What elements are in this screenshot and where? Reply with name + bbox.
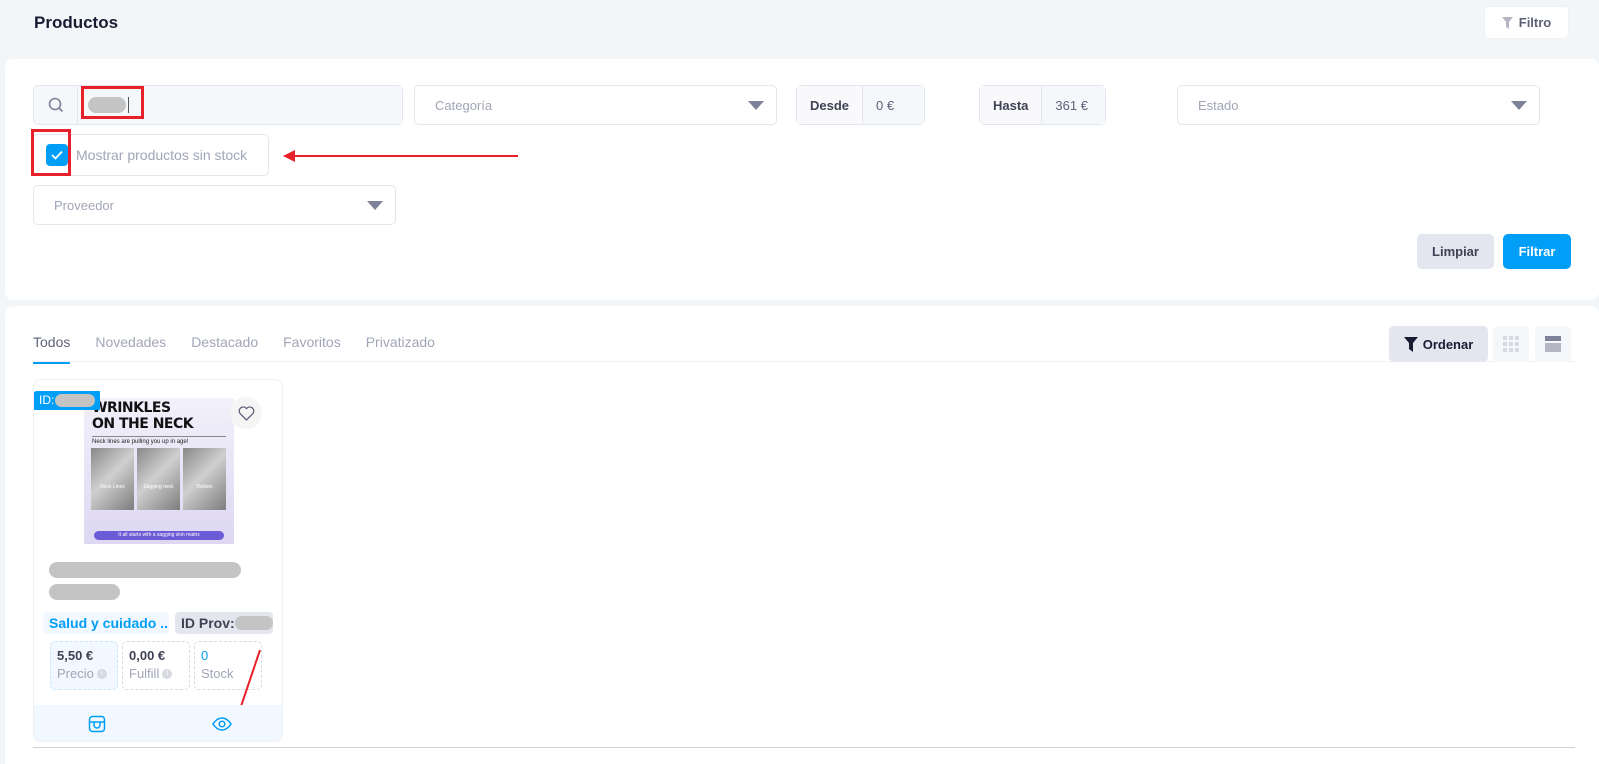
product-id-badge: ID: bbox=[34, 391, 100, 410]
store-icon bbox=[88, 715, 105, 733]
apply-filter-button[interactable]: Filtrar bbox=[1503, 234, 1571, 269]
store-button[interactable] bbox=[34, 705, 159, 741]
annotation-arrow bbox=[291, 155, 518, 157]
chevron-down-icon bbox=[367, 201, 383, 210]
tabs-divider bbox=[33, 361, 1575, 362]
list-view-button[interactable] bbox=[1535, 326, 1571, 362]
product-tabs: Todos Novedades Destacado Favoritos Priv… bbox=[33, 334, 435, 364]
image-title: WRINKLES ON THE NECK bbox=[92, 400, 194, 432]
fulfill-stat: 0,00 € Fulfill i bbox=[122, 641, 190, 690]
redacted-supplier-id bbox=[235, 616, 273, 630]
funnel-icon bbox=[1403, 336, 1418, 352]
image-footer: It all starts with a sagging skin matrix bbox=[94, 531, 224, 540]
category-badge: Salud y cuidado ... bbox=[43, 612, 169, 634]
category-placeholder: Categoría bbox=[435, 97, 493, 113]
annotation-arrow-head bbox=[283, 150, 295, 162]
price-to-label: Hasta bbox=[980, 86, 1043, 124]
chevron-down-icon bbox=[748, 101, 764, 110]
fulfill-value: 0,00 € bbox=[129, 648, 166, 663]
image-panel-label: Neck Lines bbox=[100, 484, 125, 490]
tab-privatizado[interactable]: Privatizado bbox=[366, 334, 435, 364]
page-title: Productos bbox=[34, 13, 119, 32]
filter-toggle-button[interactable]: Filtro bbox=[1484, 6, 1569, 39]
search-icon bbox=[34, 86, 78, 124]
annotation-highlight-checkbox bbox=[31, 129, 71, 176]
redacted-product-id bbox=[55, 394, 95, 407]
annotation-highlight-search bbox=[81, 86, 144, 119]
tab-todos[interactable]: Todos bbox=[33, 334, 71, 364]
order-label: Ordenar bbox=[1422, 336, 1474, 352]
image-title-line1: WRINKLES bbox=[92, 400, 171, 416]
tab-destacado[interactable]: Destacado bbox=[191, 334, 258, 364]
out-of-stock-label: Mostrar productos sin stock bbox=[76, 147, 248, 163]
price-label-row: Precio i bbox=[57, 666, 111, 681]
heart-icon bbox=[238, 405, 254, 421]
tab-novedades[interactable]: Novedades bbox=[95, 334, 166, 364]
grid-view-button[interactable] bbox=[1493, 326, 1529, 362]
product-card[interactable]: ID: WRINKLES ON THE NECK Neck lines are … bbox=[33, 379, 283, 742]
tab-favoritos[interactable]: Favoritos bbox=[283, 334, 341, 364]
info-icon: i bbox=[96, 668, 107, 679]
status-select[interactable]: Estado bbox=[1177, 85, 1540, 125]
price-from-field[interactable]: Desde 0 € bbox=[796, 85, 925, 125]
price-to-field[interactable]: Hasta 361 € bbox=[979, 85, 1106, 125]
supplier-badge: ID Prov: bbox=[175, 612, 273, 634]
products-panel: Todos Novedades Destacado Favoritos Priv… bbox=[5, 306, 1599, 764]
redacted-product-name bbox=[49, 584, 120, 600]
image-subtitle: Neck lines are pulling you up in age! bbox=[92, 436, 226, 445]
order-button[interactable]: Ordenar bbox=[1389, 326, 1488, 362]
supplier-prefix: ID Prov: bbox=[181, 615, 235, 631]
supplier-select[interactable]: Proveedor bbox=[33, 185, 396, 225]
view-button[interactable] bbox=[159, 705, 282, 741]
image-panel: Sagging neck bbox=[137, 448, 180, 510]
price-value: 5,50 € bbox=[57, 648, 94, 663]
fulfill-label: Fulfill bbox=[129, 666, 160, 681]
supplier-placeholder: Proveedor bbox=[54, 197, 114, 213]
image-panel-label: Darken bbox=[196, 484, 213, 490]
price-from-label: Desde bbox=[797, 86, 864, 124]
favorite-button[interactable] bbox=[230, 397, 262, 429]
category-select[interactable]: Categoría bbox=[414, 85, 777, 125]
status-placeholder: Estado bbox=[1198, 97, 1239, 113]
list-icon bbox=[1545, 336, 1561, 352]
chevron-down-icon bbox=[1511, 101, 1527, 110]
filters-panel: Categoría Desde 0 € Hasta 361 € Estado M… bbox=[5, 59, 1599, 300]
price-to-input[interactable]: 361 € bbox=[1042, 86, 1105, 124]
price-stat: 5,50 € Precio i bbox=[50, 641, 118, 690]
list-divider bbox=[33, 747, 1575, 748]
filter-toggle-label: Filtro bbox=[1518, 15, 1552, 30]
funnel-icon bbox=[1501, 16, 1513, 29]
image-panel: Darken bbox=[183, 448, 226, 510]
product-actions bbox=[34, 705, 282, 741]
image-panel: Neck Lines bbox=[91, 448, 134, 510]
price-from-input[interactable]: 0 € bbox=[863, 86, 924, 124]
info-icon: i bbox=[162, 668, 173, 679]
eye-icon bbox=[211, 717, 232, 731]
price-label: Precio bbox=[57, 666, 94, 681]
grid-icon bbox=[1503, 336, 1519, 352]
product-image: WRINKLES ON THE NECK Neck lines are pull… bbox=[84, 398, 234, 544]
fulfill-label-row: Fulfill i bbox=[129, 666, 183, 681]
clear-button[interactable]: Limpiar bbox=[1417, 234, 1494, 269]
product-id-prefix: ID: bbox=[39, 393, 55, 407]
redacted-product-name bbox=[49, 562, 241, 578]
image-panel-label: Sagging neck bbox=[143, 484, 174, 490]
image-title-line2: ON THE NECK bbox=[92, 416, 194, 432]
